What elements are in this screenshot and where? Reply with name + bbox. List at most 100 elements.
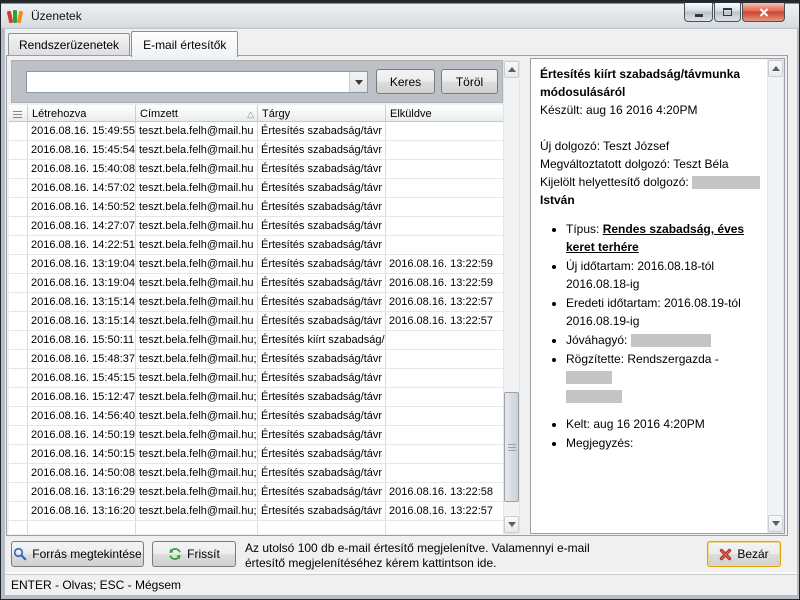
table-row[interactable]: 2016.08.16. 13:16:20teszt.bela.felh@mail… (9, 502, 503, 521)
column-label: Címzett (140, 108, 178, 120)
scroll-up-button[interactable] (504, 61, 519, 78)
scroll-thumb[interactable] (504, 392, 519, 502)
table-row[interactable]: 2016.08.16. 14:50:19teszt.bela.felh@mail… (9, 426, 503, 445)
redaction-box (566, 371, 612, 384)
scroll-down-button[interactable] (768, 515, 783, 532)
scroll-track[interactable] (768, 77, 783, 515)
window-title: Üzenetek (31, 9, 82, 23)
cell-to: teszt.bela.felh@mail.hu (136, 293, 258, 312)
scroll-track[interactable] (504, 78, 519, 516)
close-dialog-button[interactable]: Bezár (707, 541, 781, 567)
table-row[interactable]: 2016.08.16. 15:48:37teszt.bela.felh@mail… (9, 350, 503, 369)
cell-row-selector (9, 388, 28, 407)
table-row[interactable]: 2016.08.16. 15:49:55teszt.bela.felh@mail… (9, 122, 503, 141)
email-grid: Létrehozva Címzett △ Tárgy Elküldve 2016… (9, 105, 503, 534)
scroll-up-button[interactable] (768, 60, 783, 77)
cell-created: 2016.08.16. 14:56:40 (28, 407, 136, 426)
search-combobox[interactable] (26, 71, 368, 93)
cell-subject: Értesítés kiírt szabadság/ (258, 331, 386, 350)
table-row[interactable]: 2016.08.16. 14:56:40teszt.bela.felh@mail… (9, 407, 503, 426)
cell-created: 2016.08.16. 15:48:37 (28, 350, 136, 369)
detail-bullet-item: Megjegyzés: (566, 434, 761, 452)
close-window-button[interactable] (742, 3, 785, 22)
cell-sent (386, 426, 503, 445)
table-row[interactable]: 2016.08.16. 14:50:52teszt.bela.felh@mail… (9, 198, 503, 217)
cell-row-selector (9, 445, 28, 464)
cell-row-selector (9, 350, 28, 369)
empty-cell (258, 521, 386, 534)
cell-row-selector (9, 483, 28, 502)
refresh-button[interactable]: Frissít (152, 541, 236, 567)
detail-bullet-item: Típus: Rendes szabadság, éves keret terh… (566, 220, 761, 256)
table-row[interactable]: 2016.08.16. 13:15:14teszt.bela.felh@mail… (9, 312, 503, 331)
combo-dropdown-button[interactable] (349, 72, 367, 92)
close-dialog-label: Bezár (737, 547, 768, 561)
magnifier-icon (13, 547, 27, 561)
cell-created: 2016.08.16. 13:15:14 (28, 312, 136, 331)
triangle-down-icon (772, 521, 780, 526)
triangle-up-icon (508, 67, 516, 72)
table-row[interactable]: 2016.08.16. 14:27:07teszt.bela.felh@mail… (9, 217, 503, 236)
cell-to: teszt.bela.felh@mail.hu (136, 312, 258, 331)
cell-row-selector (9, 217, 28, 236)
table-row[interactable]: 2016.08.16. 14:50:15teszt.bela.felh@mail… (9, 445, 503, 464)
titlebar[interactable]: Üzenetek (7, 4, 793, 28)
bullet-text: Típus: (566, 222, 603, 236)
cell-sent: 2016.08.16. 13:22:57 (386, 502, 503, 521)
bullet-text: Rögzítette: Rendszergazda - (566, 352, 719, 366)
minimize-button[interactable] (684, 3, 713, 22)
table-row[interactable]: 2016.08.16. 14:50:08teszt.bela.felh@mail… (9, 464, 503, 483)
table-row[interactable]: 2016.08.16. 13:16:29teszt.bela.felh@mail… (9, 483, 503, 502)
grid-vertical-scrollbar[interactable] (503, 60, 520, 534)
detail-changed-employee: Megváltoztatott dolgozó: Teszt Béla (540, 155, 761, 173)
cell-created: 2016.08.16. 14:22:51 (28, 236, 136, 255)
cell-row-selector (9, 293, 28, 312)
detail-title: Értesítés kiírt szabadság/távmunka módos… (540, 65, 761, 101)
redaction-box (692, 176, 760, 189)
cell-created: 2016.08.16. 14:50:52 (28, 198, 136, 217)
tab-email-ertesitok[interactable]: E-mail értesítők (131, 31, 238, 57)
cell-sent (386, 179, 503, 198)
table-row[interactable]: 2016.08.16. 14:57:02teszt.bela.felh@mail… (9, 179, 503, 198)
detail-vertical-scrollbar[interactable] (767, 59, 784, 533)
column-header-elkuldve[interactable]: Elküldve (386, 105, 503, 122)
cell-sent (386, 464, 503, 483)
cell-to: teszt.bela.felh@mail.hu; (136, 426, 258, 445)
search-button[interactable]: Keres (376, 69, 435, 94)
table-row[interactable]: 2016.08.16. 15:12:47teszt.bela.felh@mail… (9, 388, 503, 407)
column-header-letrehozva[interactable]: Létrehozva (28, 105, 136, 122)
cell-to: teszt.bela.felh@mail.hu (136, 217, 258, 236)
table-row[interactable]: 2016.08.16. 15:45:15teszt.bela.felh@mail… (9, 369, 503, 388)
scroll-down-button[interactable] (504, 516, 519, 533)
cell-to: teszt.bela.felh@mail.hu; (136, 350, 258, 369)
table-row[interactable]: 2016.08.16. 15:50:11teszt.bela.felh@mail… (9, 331, 503, 350)
cell-subject: Értesítés szabadság/távr (258, 464, 386, 483)
view-source-button[interactable]: Forrás megtekintése (11, 541, 144, 567)
cell-sent (386, 160, 503, 179)
table-row[interactable]: 2016.08.16. 15:45:54teszt.bela.felh@mail… (9, 141, 503, 160)
close-icon (759, 8, 769, 17)
column-header-targy[interactable]: Tárgy (258, 105, 386, 122)
cell-subject: Értesítés szabadság/távr (258, 483, 386, 502)
footer-info-text[interactable]: Az utolsó 100 db e-mail értesítő megjele… (245, 541, 590, 571)
tabstrip: Rendszerüzenetek E-mail értesítők (8, 29, 797, 56)
cell-sent (386, 331, 503, 350)
cell-to: teszt.bela.felh@mail.hu (136, 255, 258, 274)
maximize-button[interactable] (714, 3, 741, 22)
tab-rendszeruzenetek[interactable]: Rendszerüzenetek (8, 33, 130, 56)
cell-subject: Értesítés szabadság/távr (258, 407, 386, 426)
cell-created: 2016.08.16. 13:15:14 (28, 293, 136, 312)
table-row[interactable]: 2016.08.16. 13:19:04teszt.bela.felh@mail… (9, 255, 503, 274)
table-row[interactable]: 2016.08.16. 13:15:14teszt.bela.felh@mail… (9, 293, 503, 312)
table-row[interactable]: 2016.08.16. 14:22:51teszt.bela.felh@mail… (9, 236, 503, 255)
cell-sent (386, 369, 503, 388)
table-row[interactable]: 2016.08.16. 15:40:08teszt.bela.felh@mail… (9, 160, 503, 179)
cell-sent (386, 122, 503, 141)
table-row[interactable]: 2016.08.16. 13:19:04teszt.bela.felh@mail… (9, 274, 503, 293)
column-header-cimzett[interactable]: Címzett △ (136, 105, 258, 122)
bullet-text: Kelt: aug 16 2016 4:20PM (566, 417, 705, 431)
search-input[interactable] (27, 72, 349, 92)
clear-button[interactable]: Töröl (441, 69, 498, 94)
column-header-selector[interactable] (9, 105, 28, 122)
cell-created: 2016.08.16. 14:50:15 (28, 445, 136, 464)
